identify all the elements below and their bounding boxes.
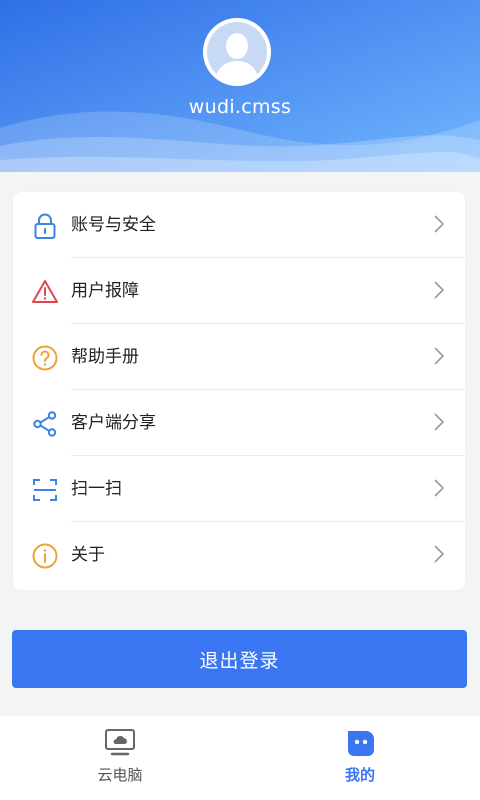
profile-face-icon [348, 731, 374, 756]
menu-item-help-manual[interactable]: 帮助手册 [13, 324, 465, 390]
bottom-tab-bar: 云电脑 我的 [0, 716, 480, 800]
menu-item-label: 客户端分享 [71, 413, 156, 433]
warning-icon [32, 280, 58, 303]
chevron-right-icon [434, 281, 445, 299]
settings-menu: 账号与安全 用户报障 帮助手册 客户端分享 扫一扫 关于 [13, 192, 465, 590]
tab-label: 我的 [344, 766, 375, 784]
chevron-right-icon [434, 215, 445, 233]
share-icon [33, 411, 57, 437]
chevron-right-icon [434, 413, 445, 431]
chevron-right-icon [434, 347, 445, 365]
question-icon [32, 345, 58, 371]
menu-item-scan[interactable]: 扫一扫 [13, 456, 465, 522]
menu-item-label: 用户报障 [71, 281, 139, 301]
user-silhouette-icon [215, 33, 259, 82]
avatar[interactable] [203, 18, 271, 86]
tab-label: 云电脑 [97, 766, 143, 784]
logout-button[interactable]: 退出登录 [12, 630, 467, 688]
menu-item-client-share[interactable]: 客户端分享 [13, 390, 465, 456]
menu-item-label: 扫一扫 [71, 479, 122, 499]
menu-item-account-security[interactable]: 账号与安全 [13, 192, 465, 258]
tab-mine[interactable]: 我的 [240, 716, 480, 800]
chevron-right-icon [434, 545, 445, 563]
menu-item-label: 关于 [71, 545, 105, 565]
username: wudi.cmss [188, 96, 292, 118]
menu-item-about[interactable]: 关于 [13, 522, 465, 588]
chevron-right-icon [434, 479, 445, 497]
menu-item-label: 账号与安全 [71, 215, 156, 235]
info-icon [32, 543, 58, 569]
cloud-computer-icon [105, 729, 135, 756]
menu-item-label: 帮助手册 [71, 347, 139, 367]
lock-icon [34, 213, 56, 239]
tab-cloud-computer[interactable]: 云电脑 [0, 716, 240, 800]
profile-header: wudi.cmss [0, 0, 480, 172]
scan-icon [33, 479, 57, 501]
menu-item-user-report[interactable]: 用户报障 [13, 258, 465, 324]
